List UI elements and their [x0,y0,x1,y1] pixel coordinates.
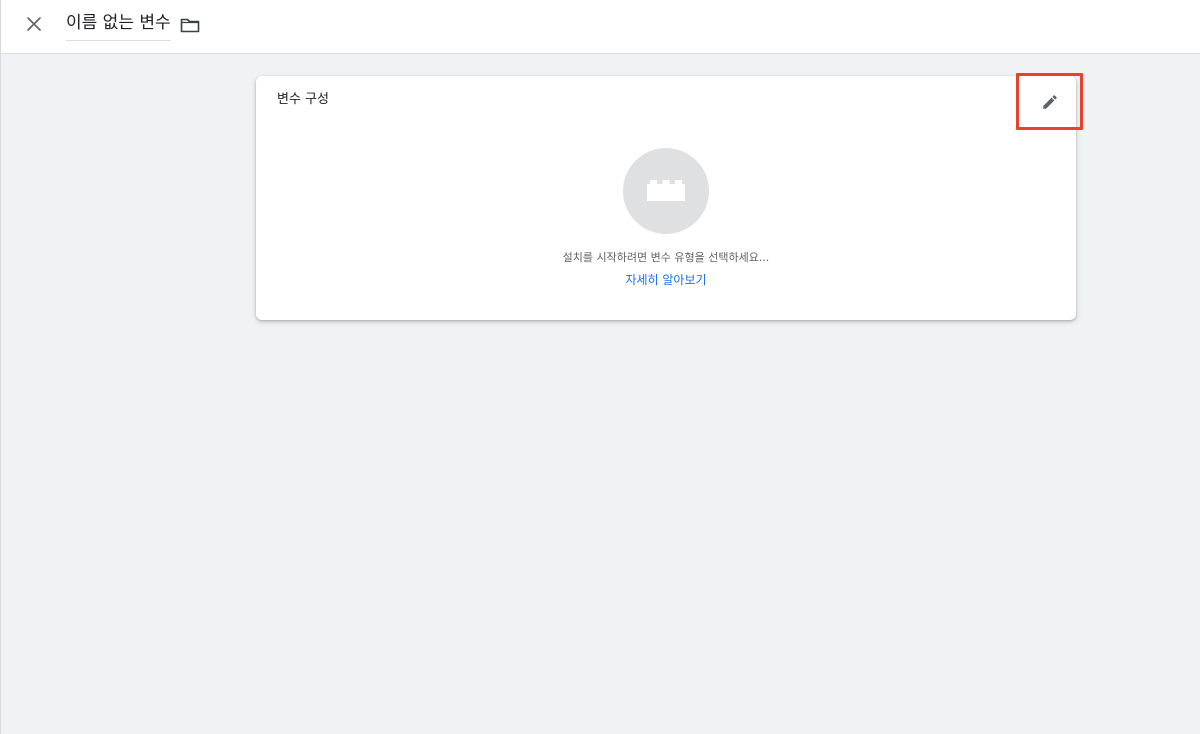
learn-more-link[interactable]: 자세히 알아보기 [625,273,706,287]
empty-state-hint: 설치를 시작하려면 변수 유형을 선택하세요... [562,251,770,264]
card-title: 변수 구성 [277,92,329,107]
close-icon [27,17,41,31]
close-button[interactable] [21,11,47,37]
variable-name-title: 이름 없는 변수 [66,13,171,33]
top-bar: 이름 없는 변수 [1,0,1200,54]
pencil-icon [1042,94,1057,109]
variable-configuration-card[interactable]: 변수 구성 설치를 시작하려면 변수 유형을 선택하세요... 자세히 알아보기 [256,73,1083,320]
edit-button[interactable] [1016,73,1083,130]
title-field[interactable]: 이름 없는 변수 [66,10,171,41]
folder-icon [180,18,200,33]
building-block-icon [647,180,685,201]
folder-button[interactable] [179,14,201,36]
placeholder-circle [623,148,709,234]
learn-more-row: 자세히 알아보기 [256,271,1076,289]
page-frame: 이름 없는 변수 변수 구성 설치를 시작하려면 변수 유형을 선택하세요... [0,0,1200,734]
